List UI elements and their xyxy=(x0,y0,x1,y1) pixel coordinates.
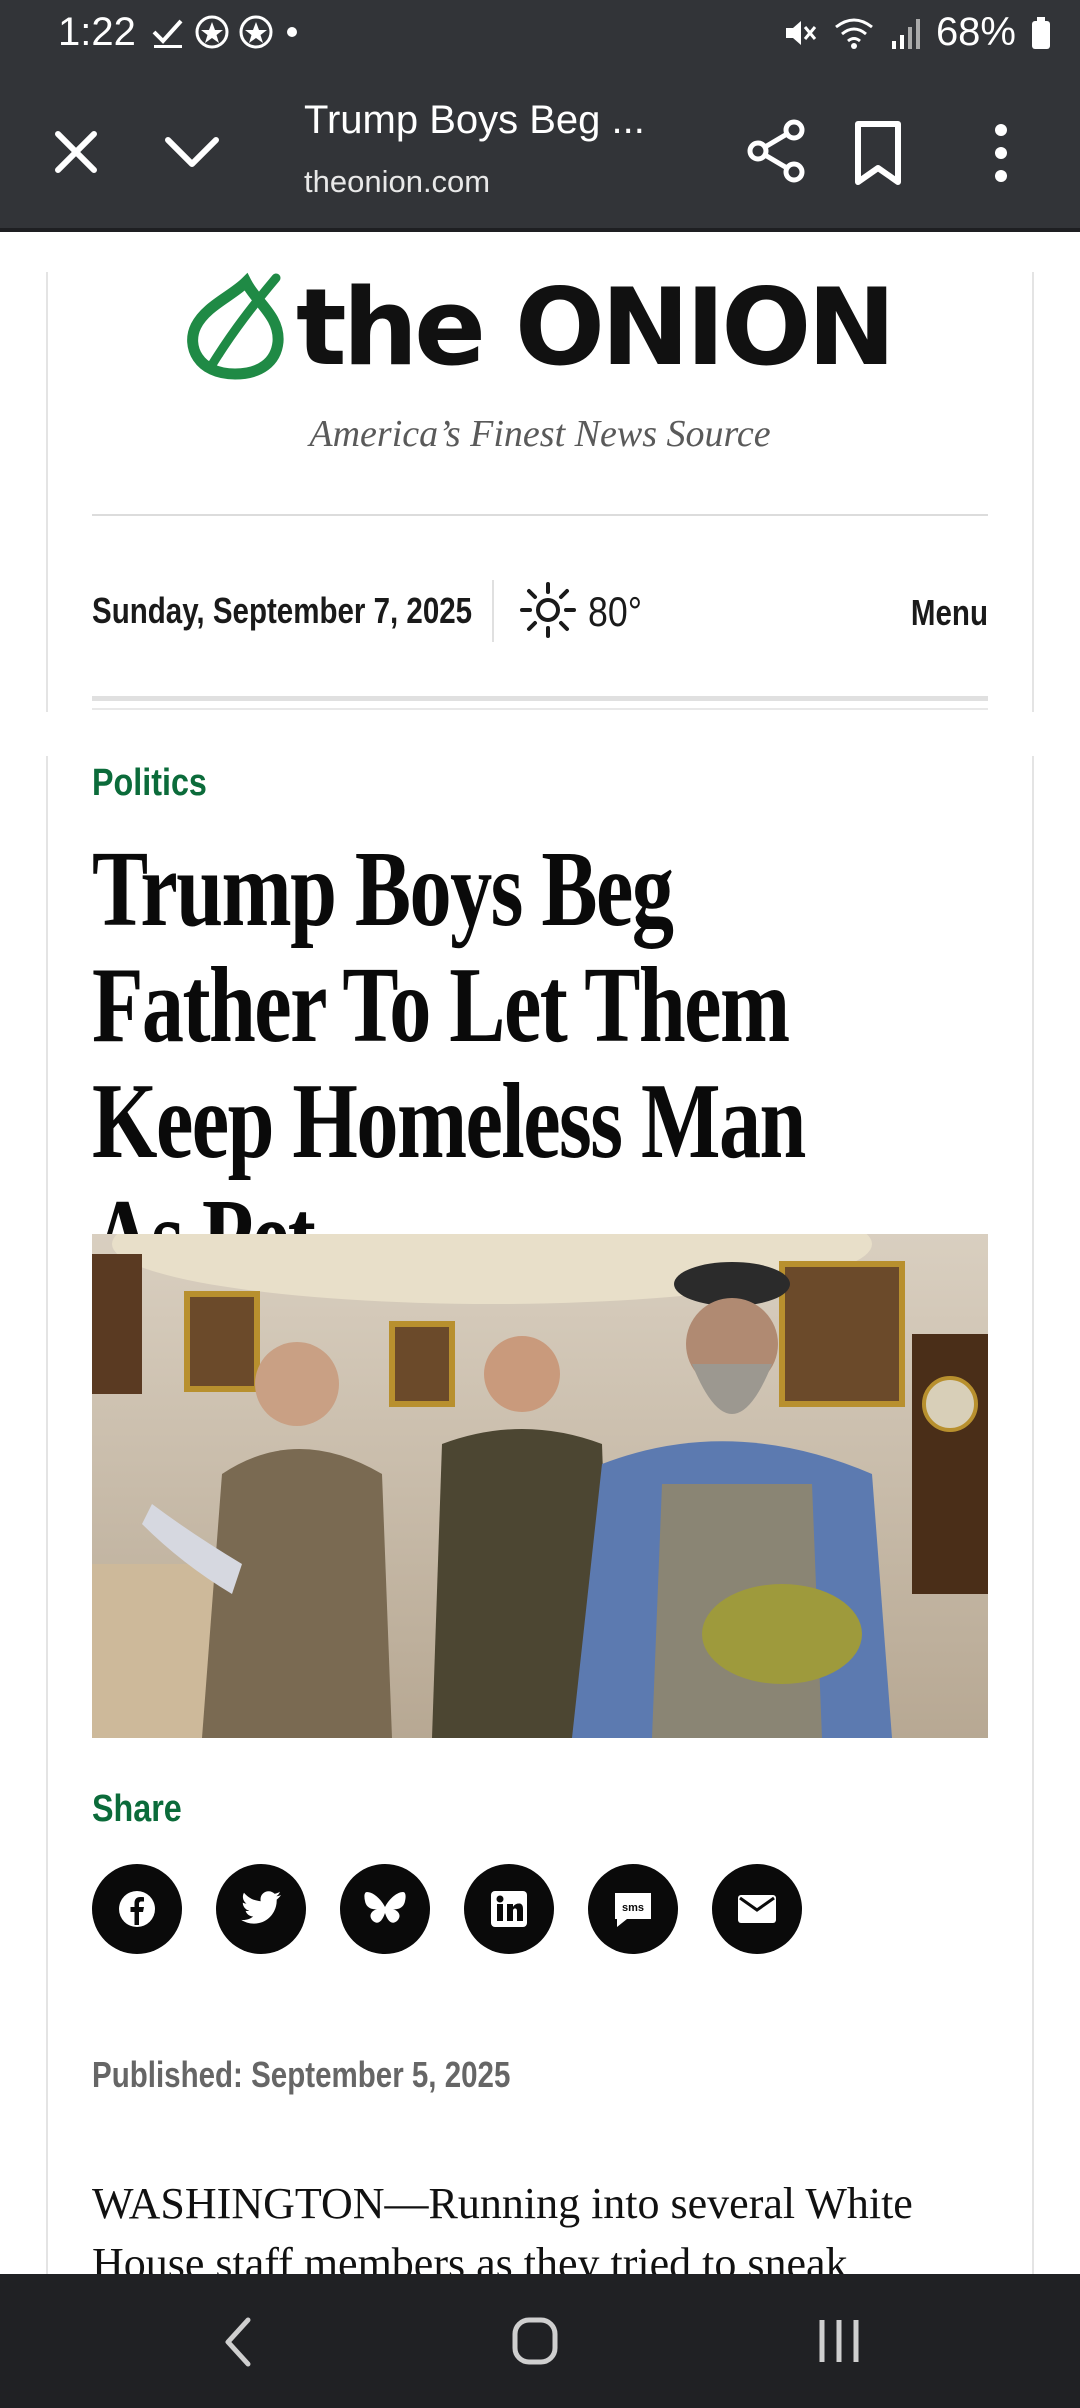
onion-logo[interactable]: the ONION xyxy=(180,268,900,388)
divider xyxy=(92,514,988,516)
divider xyxy=(92,708,988,710)
email-icon xyxy=(738,1895,776,1923)
share-bluesky-button[interactable] xyxy=(340,1864,430,1954)
share-twitter-button[interactable] xyxy=(216,1864,306,1954)
bluesky-icon xyxy=(364,1892,406,1923)
browser-toolbar: Trump Boys Beg ... theonion.com xyxy=(0,68,1080,230)
sms-label: sms xyxy=(622,1902,644,1914)
signal-icon xyxy=(891,18,920,49)
more-vert-icon[interactable] xyxy=(978,120,1024,186)
check-icon xyxy=(152,19,183,48)
sun-icon xyxy=(520,582,576,638)
share-label: Share xyxy=(92,1788,182,1830)
notification-icons xyxy=(150,14,302,50)
menu-button[interactable]: Menu xyxy=(911,592,988,634)
frame-line-right xyxy=(1032,756,1034,2276)
current-date: Sunday, September 7, 2025 xyxy=(92,590,473,631)
star-badge-icon xyxy=(195,15,229,49)
date-weather-row: Sunday, September 7, 2025 80° Menu xyxy=(92,580,988,642)
dot-icon xyxy=(287,27,297,37)
published-date: September 5, 2025 xyxy=(251,2054,511,2095)
tab-title[interactable]: Trump Boys Beg ... xyxy=(304,98,645,143)
system-nav-bar xyxy=(0,2274,1080,2408)
home-icon[interactable] xyxy=(510,2314,560,2368)
status-bar: 1:22 68% xyxy=(0,0,1080,68)
share-facebook-button[interactable] xyxy=(92,1864,182,1954)
share-sms-button[interactable]: sms xyxy=(588,1864,678,1954)
share-email-button[interactable] xyxy=(712,1864,802,1954)
frame-line-left xyxy=(46,756,48,2276)
published-line: Published: September 5, 2025 xyxy=(92,2054,510,2096)
hero-image xyxy=(92,1234,988,1738)
back-icon[interactable] xyxy=(218,2312,258,2372)
article-headline: Trump Boys Beg Father To Let Them Keep H… xyxy=(92,830,806,1296)
share-buttons: sms xyxy=(92,1864,802,1954)
wifi-icon xyxy=(835,18,873,49)
sms-icon: sms xyxy=(615,1893,651,1927)
status-time: 1:22 xyxy=(58,10,136,54)
linkedin-icon xyxy=(491,1891,527,1927)
onion-logo-icon xyxy=(187,272,284,380)
frame-line-left xyxy=(46,272,48,712)
star-badge-icon xyxy=(239,15,273,49)
published-label: Published: xyxy=(92,2054,243,2095)
mute-icon xyxy=(785,20,817,45)
close-icon[interactable] xyxy=(48,124,104,180)
temperature: 80° xyxy=(588,588,642,635)
share-icon[interactable] xyxy=(744,118,810,184)
divider xyxy=(92,696,988,701)
battery-icon xyxy=(1032,16,1050,49)
recents-icon[interactable] xyxy=(814,2316,864,2366)
facebook-icon xyxy=(119,1891,155,1927)
share-linkedin-button[interactable] xyxy=(464,1864,554,1954)
tab-url[interactable]: theonion.com xyxy=(304,164,490,200)
bookmark-icon[interactable] xyxy=(850,120,906,186)
category-link[interactable]: Politics xyxy=(92,762,207,805)
frame-line-right xyxy=(1032,272,1034,712)
tagline: America’s Finest News Source xyxy=(309,413,771,455)
battery-percent: 68% xyxy=(935,10,1016,54)
divider xyxy=(492,580,494,642)
chevron-down-icon[interactable] xyxy=(160,124,224,180)
toolbar-shadow xyxy=(0,228,1080,232)
twitter-icon xyxy=(241,1891,281,1924)
system-icons: 68% xyxy=(782,10,1052,55)
logo-wordmark: the ONION xyxy=(296,266,896,389)
